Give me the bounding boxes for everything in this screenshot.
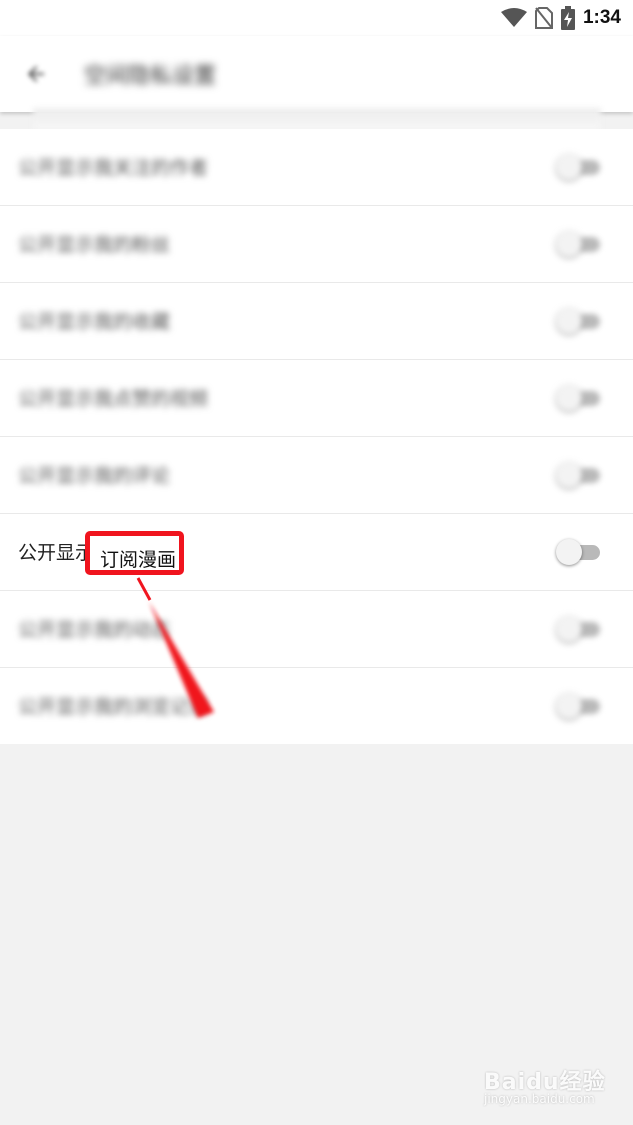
toggle-switch[interactable] xyxy=(556,615,602,643)
arrow-left-icon[interactable] xyxy=(24,62,48,86)
battery-charging-icon xyxy=(560,6,575,30)
setting-label: 公开显示我的动态 xyxy=(18,619,171,641)
setting-row-comments[interactable]: 公开显示我的评论 xyxy=(0,437,633,514)
toggle-switch[interactable] xyxy=(556,230,602,258)
setting-label: 公开显示我的浏览记录 xyxy=(18,696,209,718)
status-bar: 1:34 xyxy=(0,0,633,36)
setting-row-liked-videos[interactable]: 公开显示我点赞的视频 xyxy=(0,360,633,437)
setting-row-favorites[interactable]: 公开显示我的收藏 xyxy=(0,283,633,360)
blur-strip xyxy=(33,108,601,130)
toggle-switch[interactable] xyxy=(556,307,602,335)
setting-label: 公开显示 xyxy=(18,542,95,564)
setting-label: 公开显示我点赞的视频 xyxy=(18,388,209,410)
toggle-switch[interactable] xyxy=(556,153,602,181)
setting-label: 公开显示我关注的作者 xyxy=(18,157,209,179)
setting-row-activity[interactable]: 公开显示我的动态 xyxy=(0,591,633,668)
status-icons: 1:34 xyxy=(500,6,621,30)
wifi-icon xyxy=(500,8,527,27)
toggle-switch[interactable] xyxy=(556,692,602,720)
setting-row-fans[interactable]: 公开显示我的粉丝 xyxy=(0,206,633,283)
setting-label: 公开显示我的粉丝 xyxy=(18,234,171,256)
toggle-switch[interactable] xyxy=(556,384,602,412)
setting-label: 公开显示我的评论 xyxy=(18,465,171,487)
setting-label: 公开显示我的收藏 xyxy=(18,311,171,333)
annotation-highlight-text: 订阅漫画 xyxy=(100,549,177,571)
setting-row-history[interactable]: 公开显示我的浏览记录 xyxy=(0,668,633,744)
page-title: 空间隐私设置 xyxy=(84,64,217,89)
baidu-watermark: Baidu经验 jingyan.baidu.com xyxy=(484,1060,614,1112)
setting-row-followed-authors[interactable]: 公开显示我关注的作者 xyxy=(0,129,633,206)
status-time: 1:34 xyxy=(582,7,621,28)
watermark-url: jingyan.baidu.com xyxy=(484,1092,595,1106)
no-sim-icon xyxy=(534,7,553,29)
settings-list: 公开显示我关注的作者 公开显示我的粉丝 公开显示我的收藏 公开显示我点赞的视频 … xyxy=(0,129,633,744)
annotation-highlight-box: 订阅漫画 xyxy=(85,531,184,575)
toggle-switch[interactable] xyxy=(556,461,602,489)
toggle-switch[interactable] xyxy=(556,538,602,566)
app-bar: 空间隐私设置 xyxy=(0,36,633,112)
